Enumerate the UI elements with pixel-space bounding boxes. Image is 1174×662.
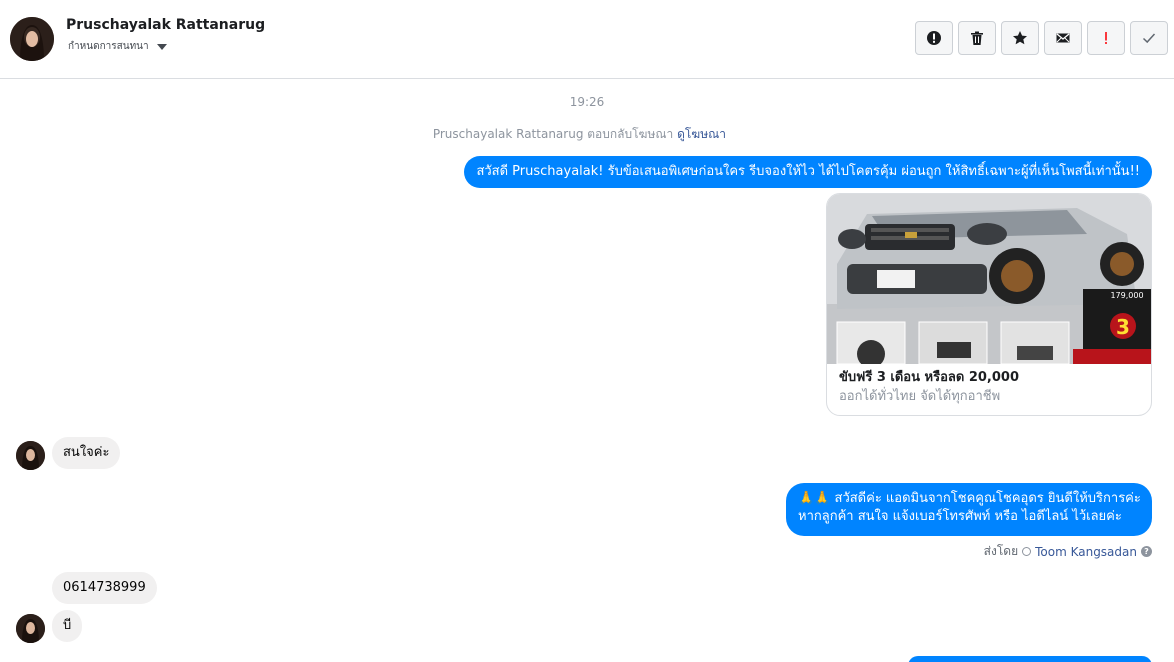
ad-image-price: 179,000 xyxy=(1110,291,1143,300)
mark-done-button[interactable] xyxy=(1130,21,1168,55)
message-timestamp: 19:26 xyxy=(569,95,605,109)
sent-by-label: ส่งโดย xyxy=(983,544,1019,558)
sent-by-name[interactable]: Toom Kangsadan xyxy=(1035,545,1137,559)
ad-image-big-number: 3 xyxy=(1116,315,1130,339)
conversation-header: Pruschayalak Rattanarug กำหนดการสนทนา xyxy=(0,0,1174,79)
contact-name[interactable]: Pruschayalak Rattanarug xyxy=(66,17,265,33)
incoming-message: สนใจค่ะ xyxy=(52,437,121,469)
agent-status-icon xyxy=(1022,547,1032,556)
ad-reply-note: Pruschayalak Rattanarug ตอบกลับโฆษณา ดูโ… xyxy=(433,125,726,144)
incoming-message: 0614738999 xyxy=(52,572,157,604)
ad-card-subtitle: ออกได้ทั่วไทย จัดได้ทุกอาชีพ xyxy=(839,389,1001,404)
mark-unread-button[interactable] xyxy=(1044,21,1082,55)
label-text: กำหนดการสนทนา xyxy=(68,41,149,52)
outgoing-message-partial xyxy=(908,656,1152,662)
outgoing-message: 🙏🙏 สวัสดีค่ะ แอดมินจากโชคคูณโชคอุดร ยินด… xyxy=(786,483,1152,536)
caret-down-icon xyxy=(156,43,167,50)
contact-avatar-small xyxy=(16,441,45,470)
ad-image: 179,000 3 xyxy=(827,194,1151,364)
ad-card-title: ขับฟรี 3 เดือน หรือลด 20,000 xyxy=(839,370,1019,385)
help-icon[interactable]: ? xyxy=(1141,546,1152,557)
trash-icon xyxy=(971,31,983,45)
message-text: สนใจค่ะ xyxy=(63,445,110,460)
ad-reply-text: Pruschayalak Rattanarug ตอบกลับโฆษณา xyxy=(432,127,674,141)
contact-avatar-small xyxy=(16,614,45,643)
sent-by-info: ส่งโดย Toom Kangsadan ? xyxy=(984,542,1152,561)
ad-card[interactable]: 179,000 3 ขับฟรี 3 เดือน หรือลด 20,000 อ… xyxy=(826,193,1152,416)
check-icon xyxy=(1142,33,1156,44)
message-text: 0614738999 xyxy=(63,580,146,595)
message-text-line-2: หากลูกค้า สนใจ แจ้งเบอร์โทรศัพท์ หรือ ไอ… xyxy=(798,509,1122,524)
star-button[interactable] xyxy=(1001,21,1039,55)
exclamation-icon xyxy=(1105,32,1107,44)
message-text: สวัสดี Pruschayalak! รับข้อเสนอพิเศษก่อน… xyxy=(476,164,1140,179)
star-icon xyxy=(1013,31,1027,45)
incoming-message: บี xyxy=(52,610,83,642)
label-dropdown[interactable]: กำหนดการสนทนา xyxy=(68,39,167,54)
alert-circle-icon xyxy=(927,31,941,45)
view-ad-link[interactable]: ดูโฆษณา xyxy=(677,127,726,141)
report-button[interactable] xyxy=(915,21,953,55)
follow-up-button[interactable] xyxy=(1087,21,1125,55)
outgoing-message: สวัสดี Pruschayalak! รับข้อเสนอพิเศษก่อน… xyxy=(464,156,1152,188)
toolbar xyxy=(915,21,1168,55)
message-text-line-1: 🙏🙏 สวัสดีค่ะ แอดมินจากโชคคูณโชคอุดร ยินด… xyxy=(798,491,1141,506)
message-text: บี xyxy=(63,618,72,633)
delete-button[interactable] xyxy=(958,21,996,55)
contact-avatar[interactable] xyxy=(10,17,54,61)
envelope-icon xyxy=(1056,33,1070,43)
